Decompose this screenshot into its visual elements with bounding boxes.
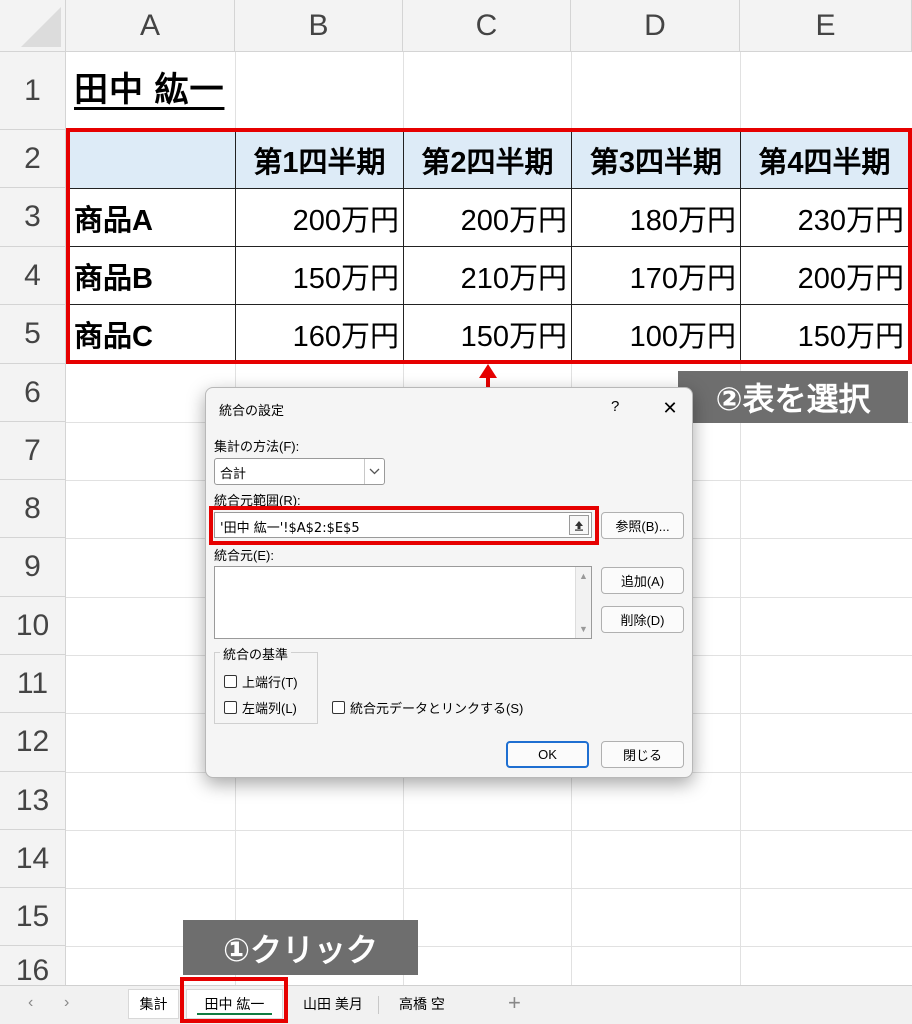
- prev-sheet-icon[interactable]: ‹: [28, 994, 33, 1012]
- callout-select-table: ②表を選択: [678, 371, 908, 423]
- create-links-label: 統合元データとリンクする(S): [350, 701, 524, 716]
- checkbox-box[interactable]: [332, 701, 345, 714]
- column-header-e[interactable]: E: [740, 0, 912, 52]
- list-scrollbar[interactable]: ▲ ▼: [575, 567, 591, 638]
- select-all-triangle-icon: [21, 7, 61, 47]
- column-header-b[interactable]: B: [235, 0, 403, 52]
- row-header-16[interactable]: 16: [0, 946, 66, 985]
- create-links-checkbox[interactable]: 統合元データとリンクする(S): [332, 698, 523, 717]
- next-sheet-icon[interactable]: ›: [64, 994, 69, 1012]
- row-header-12[interactable]: 12: [0, 713, 66, 772]
- row-header-10[interactable]: 10: [0, 597, 66, 655]
- left-column-label: 左端列(L): [242, 701, 297, 716]
- use-labels-group-label: 統合の基準: [220, 644, 292, 663]
- add-sheet-icon[interactable]: +: [508, 990, 521, 1016]
- column-header-a[interactable]: A: [66, 0, 235, 52]
- top-row-checkbox[interactable]: 上端行(T): [224, 672, 298, 691]
- function-select-value: 合計: [220, 466, 247, 481]
- scroll-up-icon[interactable]: ▲: [579, 571, 588, 581]
- chevron-down-icon[interactable]: [364, 459, 384, 484]
- column-header-c[interactable]: C: [403, 0, 571, 52]
- row-header-15[interactable]: 15: [0, 888, 66, 946]
- row-header-3[interactable]: 3: [0, 188, 66, 247]
- sheet-tab-yamada[interactable]: 山田 美月: [290, 989, 376, 1019]
- sheet-tab-bar: ‹ › 集計 田中 紘一 山田 美月 高橋 空 +: [0, 985, 912, 1024]
- left-column-checkbox[interactable]: 左端列(L): [224, 698, 297, 717]
- delete-button[interactable]: 削除(D): [601, 606, 684, 633]
- dialog-title: 統合の設定: [219, 403, 285, 418]
- function-select[interactable]: 合計: [214, 458, 385, 485]
- select-all-corner[interactable]: [0, 0, 66, 52]
- gridline: [66, 830, 912, 831]
- close-icon[interactable]: ✕: [658, 396, 682, 420]
- checkbox-box[interactable]: [224, 675, 237, 688]
- sheet-tab-summary[interactable]: 集計: [128, 989, 179, 1019]
- add-button[interactable]: 追加(A): [601, 567, 684, 594]
- help-icon[interactable]: ?: [611, 398, 619, 415]
- function-label: 集計の方法(F):: [214, 439, 300, 454]
- row-header-14[interactable]: 14: [0, 830, 66, 888]
- arrow-up-icon: [479, 364, 497, 378]
- row-header-11[interactable]: 11: [0, 655, 66, 713]
- row-header-9[interactable]: 9: [0, 538, 66, 597]
- row-header-5[interactable]: 5: [0, 305, 66, 364]
- table-highlight-frame: [66, 128, 912, 364]
- row-header-2[interactable]: 2: [0, 130, 66, 188]
- gridline: [66, 888, 912, 889]
- sheet-tab-takahashi[interactable]: 高橋 空: [384, 989, 460, 1019]
- row-header-1[interactable]: 1: [0, 52, 66, 130]
- sheet-title-cell[interactable]: 田中 紘一: [74, 62, 224, 111]
- row-header-13[interactable]: 13: [0, 772, 66, 830]
- browse-button[interactable]: 参照(B)...: [601, 512, 684, 539]
- callout-click-tab: ①クリック: [183, 920, 418, 975]
- row-header-8[interactable]: 8: [0, 480, 66, 538]
- tab-highlight-frame: [180, 977, 288, 1023]
- close-button[interactable]: 閉じる: [601, 741, 684, 768]
- tab-separator: [378, 996, 379, 1014]
- column-header-d[interactable]: D: [571, 0, 740, 52]
- all-references-label: 統合元(E):: [214, 548, 274, 563]
- scroll-down-icon[interactable]: ▼: [579, 624, 588, 634]
- checkbox-box[interactable]: [224, 701, 237, 714]
- row-header-4[interactable]: 4: [0, 247, 66, 305]
- row-header-6[interactable]: 6: [0, 364, 66, 422]
- all-references-list[interactable]: ▲ ▼: [214, 566, 592, 639]
- top-row-label: 上端行(T): [242, 675, 298, 690]
- ok-button[interactable]: OK: [506, 741, 589, 768]
- row-header-7[interactable]: 7: [0, 422, 66, 480]
- consolidate-dialog: 統合の設定 ? ✕ 集計の方法(F): 合計 統合元範囲(R): '田中 紘一'…: [205, 387, 693, 778]
- reference-highlight-frame: [209, 506, 599, 545]
